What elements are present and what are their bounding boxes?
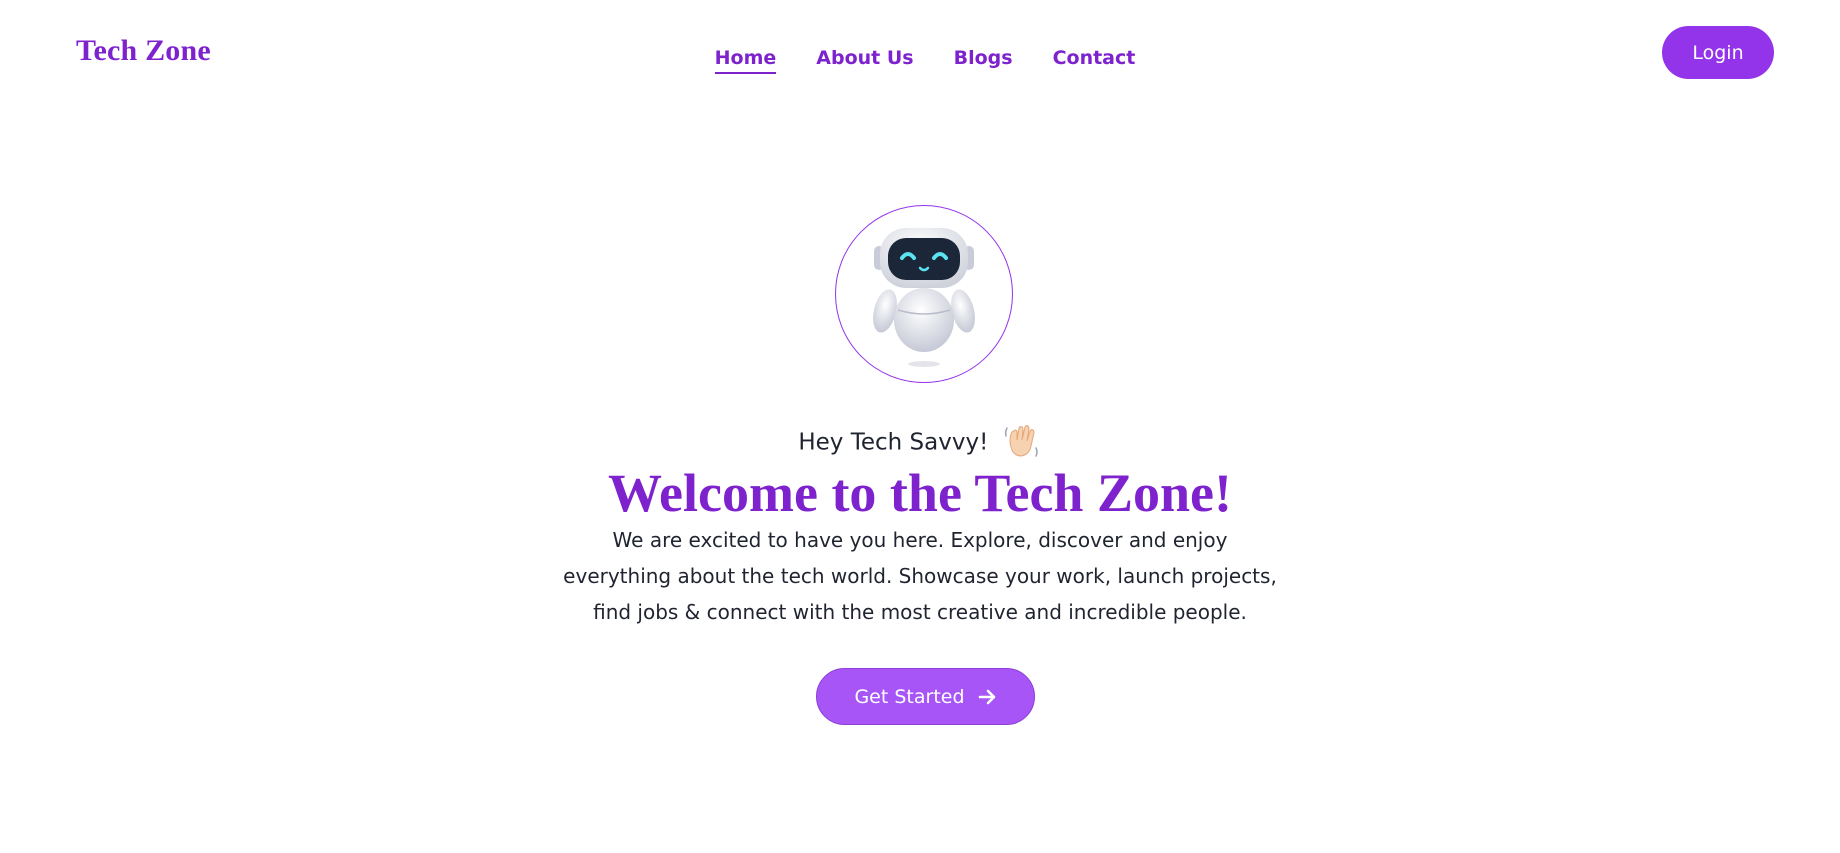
greeting-text: Hey Tech Savvy! xyxy=(798,429,989,456)
nav-link-about-us[interactable]: About Us xyxy=(816,46,913,74)
login-button[interactable]: Login xyxy=(1662,26,1774,79)
waving-hand-icon xyxy=(1002,420,1042,466)
robot-icon xyxy=(873,228,975,367)
nav-link-contact[interactable]: Contact xyxy=(1053,46,1136,74)
main-nav: Home About Us Blogs Contact xyxy=(0,46,1840,74)
hero-description: We are excited to have you here. Explore… xyxy=(563,528,1277,624)
greeting: Hey Tech Savvy! xyxy=(0,420,1840,466)
hero-title: Welcome to the Tech Zone! xyxy=(608,463,1232,523)
nav-link-home[interactable]: Home xyxy=(714,46,777,74)
get-started-button[interactable]: Get Started xyxy=(816,668,1035,725)
arrow-right-icon xyxy=(977,687,997,707)
robot-avatar xyxy=(835,205,1013,383)
nav-link-blogs[interactable]: Blogs xyxy=(954,46,1013,74)
get-started-label: Get Started xyxy=(854,685,965,708)
